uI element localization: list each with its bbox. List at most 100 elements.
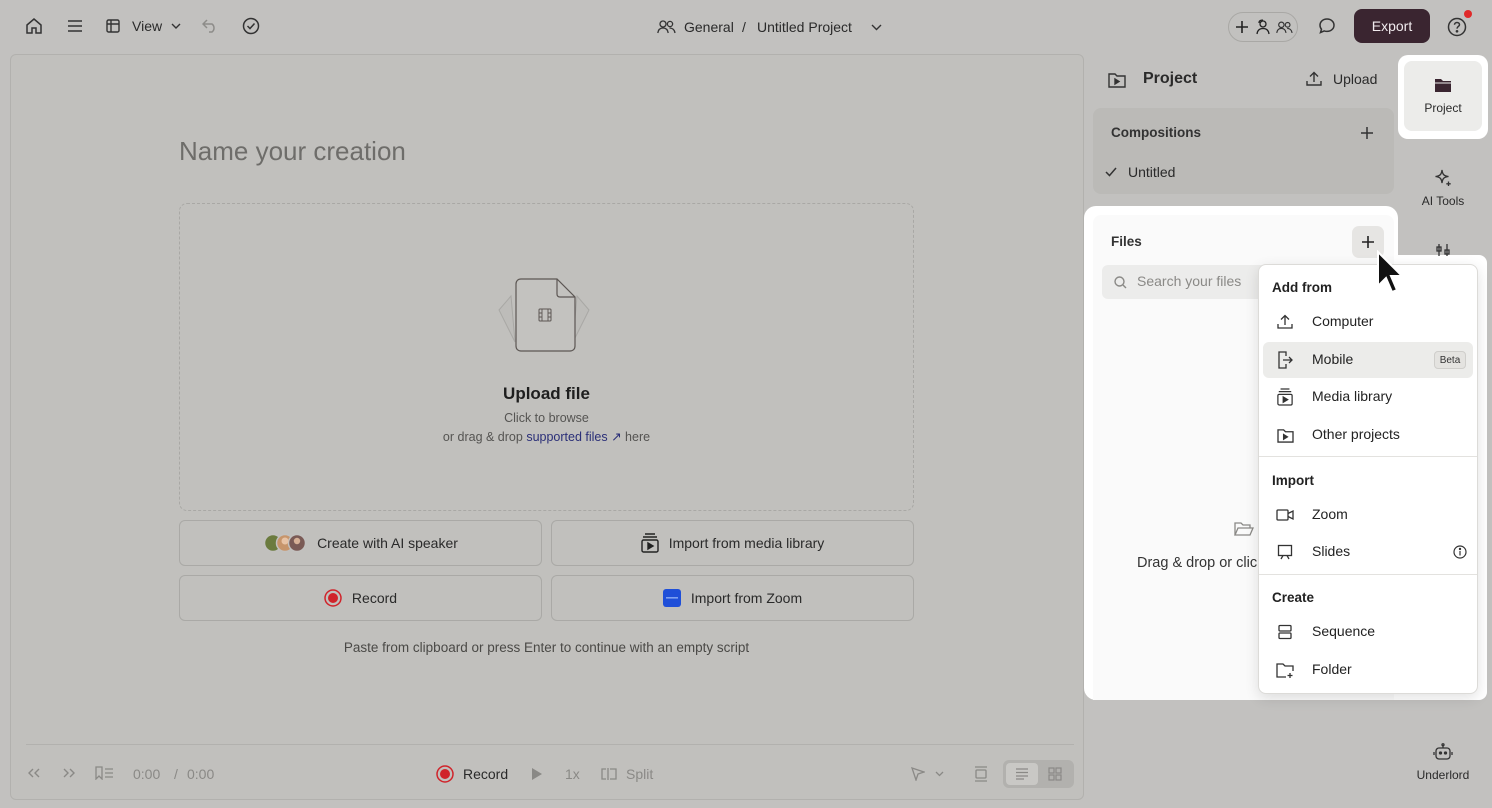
menu-item-slides[interactable]: Slides bbox=[1263, 534, 1473, 570]
split-icon[interactable] bbox=[599, 765, 619, 783]
breadcrumb-workspace[interactable]: General bbox=[684, 19, 734, 35]
upload-label[interactable]: Upload bbox=[1333, 71, 1377, 87]
sidebar-tab-project[interactable]: Project bbox=[1404, 61, 1482, 131]
folder-play-icon bbox=[1107, 70, 1127, 90]
import-media-library-button[interactable]: Import from media library bbox=[551, 520, 914, 566]
files-title: Files bbox=[1111, 234, 1142, 249]
sidebar-tab-ai-tools[interactable]: AI Tools bbox=[1404, 160, 1482, 210]
menu-item-zoom[interactable]: Zoom bbox=[1263, 497, 1473, 533]
media-library-icon bbox=[641, 533, 659, 553]
selection-tool-button[interactable] bbox=[902, 762, 950, 786]
create-ai-speaker-button[interactable]: Create with AI speaker bbox=[179, 520, 542, 566]
bottom-divider bbox=[26, 744, 1074, 745]
top-bar: View General / Untitled Project Export bbox=[0, 0, 1492, 52]
breadcrumb[interactable]: General / Untitled Project bbox=[656, 15, 886, 39]
plus-icon bbox=[1361, 235, 1375, 249]
chevron-down-icon[interactable] bbox=[870, 21, 882, 33]
script-icon bbox=[1014, 767, 1030, 781]
upload-icon bbox=[1275, 312, 1295, 332]
export-button[interactable]: Export bbox=[1354, 9, 1430, 43]
comment-icon[interactable] bbox=[1317, 16, 1337, 36]
time-total: 0:00 bbox=[187, 766, 215, 782]
upload-icon bbox=[1305, 70, 1323, 88]
record-button[interactable]: Record bbox=[179, 575, 542, 621]
breadcrumb-separator: / bbox=[742, 19, 746, 35]
menu-item-label: Other projects bbox=[1312, 426, 1400, 442]
files-search-input[interactable]: Search your files bbox=[1102, 265, 1272, 299]
menu-item-mobile[interactable]: Mobile Beta bbox=[1263, 342, 1473, 378]
chevron-down-icon bbox=[934, 770, 944, 778]
script-view-button[interactable] bbox=[1006, 763, 1038, 785]
checkmark-icon bbox=[1104, 165, 1118, 179]
file-video-icon bbox=[493, 274, 595, 356]
sidebar-tab-underlord[interactable]: Underlord bbox=[1404, 738, 1482, 786]
view-menu-button[interactable]: View bbox=[104, 14, 186, 38]
view-mode-toggle[interactable] bbox=[1003, 760, 1074, 788]
view-label: View bbox=[132, 18, 163, 34]
sparkle-icon bbox=[1433, 168, 1453, 188]
playback-speed[interactable]: 1x bbox=[565, 766, 580, 782]
panel-title: Project bbox=[1143, 70, 1198, 87]
paste-hint: Paste from clipboard or press Enter to c… bbox=[343, 640, 750, 655]
info-icon[interactable] bbox=[1452, 544, 1468, 560]
sidebar-ai-tools-label: AI Tools bbox=[1421, 194, 1465, 208]
skip-back-icon[interactable] bbox=[26, 765, 42, 781]
skip-forward-icon[interactable] bbox=[61, 765, 77, 781]
sliders-icon[interactable] bbox=[1433, 244, 1453, 256]
upload-hint-suffix: here bbox=[621, 430, 651, 444]
menu-item-sequence[interactable]: Sequence bbox=[1263, 614, 1473, 650]
folder-plus-icon bbox=[1275, 660, 1295, 680]
menu-icon[interactable] bbox=[65, 16, 85, 36]
record-toolbar-button[interactable]: Record bbox=[436, 763, 516, 785]
upload-dropzone[interactable]: Upload file Click to browse or drag & dr… bbox=[179, 203, 914, 511]
record-icon bbox=[436, 765, 454, 783]
plus-icon[interactable] bbox=[1359, 125, 1375, 141]
home-icon[interactable] bbox=[24, 16, 44, 36]
upload-hint: Click to browse bbox=[504, 411, 589, 425]
menu-section-import: Import bbox=[1272, 473, 1314, 488]
robot-icon bbox=[1433, 742, 1453, 762]
breadcrumb-project[interactable]: Untitled Project bbox=[757, 19, 852, 35]
plus-icon[interactable] bbox=[1234, 19, 1250, 35]
bookmark-list-icon[interactable] bbox=[94, 764, 114, 782]
grid-view-icon[interactable] bbox=[1047, 767, 1063, 781]
record-toolbar-label: Record bbox=[463, 766, 509, 782]
menu-item-other-projects[interactable]: Other projects bbox=[1263, 417, 1473, 453]
collaborators-pill[interactable] bbox=[1228, 12, 1298, 42]
folder-icon bbox=[1433, 76, 1453, 94]
video-camera-icon bbox=[1275, 505, 1295, 525]
undo-icon[interactable] bbox=[200, 16, 220, 36]
menu-item-label: Media library bbox=[1312, 388, 1393, 404]
search-icon bbox=[1113, 275, 1127, 289]
menu-section-add-from: Add from bbox=[1272, 280, 1332, 295]
time-separator: / bbox=[174, 766, 178, 782]
cursor-icon bbox=[910, 766, 926, 782]
layout-toggle-icon[interactable] bbox=[971, 764, 991, 784]
menu-item-label: Slides bbox=[1312, 543, 1351, 559]
search-placeholder: Search your files bbox=[1137, 273, 1242, 289]
menu-item-media-library[interactable]: Media library bbox=[1263, 379, 1473, 415]
mobile-import-icon bbox=[1275, 350, 1295, 370]
time-current: 0:00 bbox=[133, 766, 161, 782]
help-icon[interactable] bbox=[1446, 16, 1467, 37]
menu-item-computer[interactable]: Computer bbox=[1263, 304, 1473, 340]
play-icon[interactable] bbox=[529, 766, 545, 782]
supported-files-link[interactable]: supported files ↗ bbox=[526, 430, 621, 444]
check-circle-icon[interactable] bbox=[241, 16, 261, 36]
layout-icon bbox=[104, 17, 122, 35]
files-dropzone-text[interactable]: Drag & drop or clic bbox=[1137, 555, 1257, 571]
menu-section-create: Create bbox=[1272, 590, 1315, 605]
project-name-input[interactable]: Name your creation bbox=[179, 136, 406, 167]
sidebar-underlord-label: Underlord bbox=[1416, 768, 1470, 782]
import-zoom-button[interactable]: Import from Zoom bbox=[551, 575, 914, 621]
split-label[interactable]: Split bbox=[626, 766, 653, 782]
compositions-title: Compositions bbox=[1111, 125, 1201, 140]
upload-hint-prefix: or drag & drop bbox=[442, 430, 527, 444]
menu-item-folder[interactable]: Folder bbox=[1263, 652, 1473, 688]
menu-divider bbox=[1259, 574, 1477, 575]
users-icon bbox=[656, 17, 676, 37]
users-icon bbox=[1275, 19, 1293, 35]
ai-speaker-avatars bbox=[263, 533, 307, 553]
menu-item-label: Sequence bbox=[1312, 623, 1376, 639]
composition-item[interactable]: Untitled bbox=[1128, 164, 1175, 180]
